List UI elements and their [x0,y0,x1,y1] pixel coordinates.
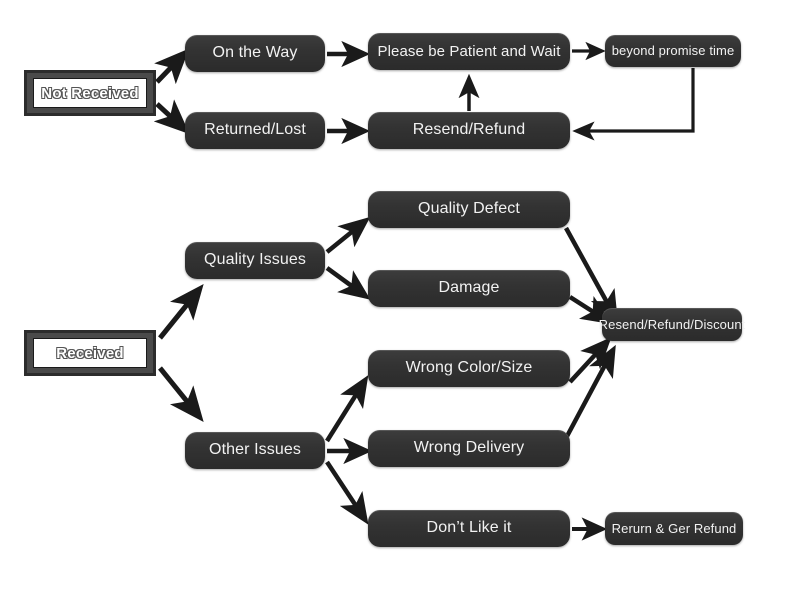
node-on-the-way[interactable]: On the Way [185,35,325,72]
edge-qualityissues-qualitydefect [325,216,371,254]
terminal-received[interactable]: Received [24,330,156,376]
node-other-issues[interactable]: Other Issues [185,432,325,469]
edge-qualitydefect-resendrefunddiscount [564,226,618,323]
edge-wrongdelivery-resendrefunddiscount [563,344,616,442]
terminal-not-received[interactable]: Not Received [24,70,156,116]
node-wrong-delivery-label: Wrong Delivery [413,439,525,457]
terminal-not-received-label: Not Received [41,84,139,102]
node-please-be-patient-and-wait[interactable]: Please be Patient and Wait [368,33,570,70]
edge-received-qualityissues [158,284,204,340]
node-damage-label: Damage [438,279,500,297]
node-quality-issues-label: Quality Issues [204,251,306,269]
node-please-be-patient-and-wait-label: Please be Patient and Wait [377,42,561,60]
node-beyond-promise-time[interactable]: beyond promise time [605,35,741,67]
edge-received-otherissues [158,366,204,422]
node-dont-like-it-label: Don’t Like it [426,519,512,537]
node-resend-refund[interactable]: Resend/Refund [368,112,570,149]
node-resend-refund-label: Resend/Refund [412,121,526,139]
edge-beyondpromise-resendrefund [572,68,695,141]
edge-qualityissues-damage [325,266,371,300]
node-rerurn-ger-refund[interactable]: Rerurn & Ger Refund [605,512,743,545]
flowchart-canvas: Not Received On the Way Returned/Lost Pl… [0,0,800,600]
edge-otherissues-wrongcolorsize [325,375,369,443]
node-quality-defect-label: Quality Defect [418,200,520,218]
terminal-not-received-inner: Not Received [33,78,147,108]
node-damage[interactable]: Damage [368,270,570,307]
node-wrong-delivery[interactable]: Wrong Delivery [368,430,570,467]
node-wrong-color-size-label: Wrong Color/Size [405,359,533,377]
edge-notreceived-returnedlost [153,99,190,135]
node-quality-issues[interactable]: Quality Issues [185,242,325,279]
node-on-the-way-label: On the Way [212,44,298,62]
edge-wrongcolorsize-resendrefunddiscount [568,337,612,384]
node-beyond-promise-time-label: beyond promise time [611,43,735,59]
node-quality-defect[interactable]: Quality Defect [368,191,570,228]
terminal-received-inner: Received [33,338,147,368]
node-wrong-color-size[interactable]: Wrong Color/Size [368,350,570,387]
node-rerurn-ger-refund-label: Rerurn & Ger Refund [611,520,737,536]
node-resend-refund-discount-label: Resend/Refund/Discount [598,316,746,332]
terminal-received-label: Received [56,344,124,362]
node-dont-like-it[interactable]: Don’t Like it [368,510,570,547]
node-resend-refund-discount[interactable]: Resend/Refund/Discount [599,308,745,341]
node-returned-lost-label: Returned/Lost [204,121,306,139]
node-returned-lost[interactable]: Returned/Lost [185,112,325,149]
edge-notreceived-ontheway [154,48,190,85]
node-other-issues-label: Other Issues [209,441,301,459]
edge-otherissues-dontlikeit [325,460,369,525]
